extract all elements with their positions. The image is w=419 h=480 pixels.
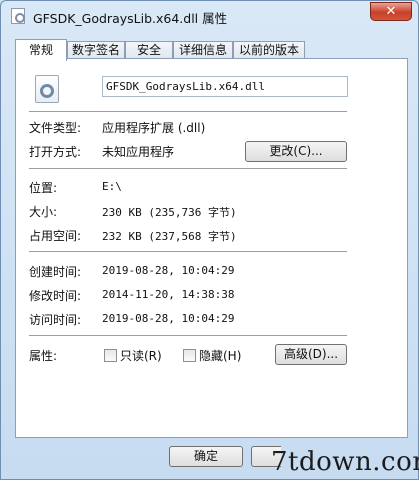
readonly-label[interactable]: 只读(R) (120, 347, 162, 364)
file-name-input[interactable]: GFSDK_GodraysLib.x64.dll (102, 76, 348, 97)
readonly-checkbox[interactable] (104, 349, 117, 362)
title-bar[interactable]: GFSDK_GodraysLib.x64.dll 属性 ✕ (1, 1, 418, 31)
open-with-label: 打开方式: (29, 145, 82, 159)
file-type-value: 应用程序扩展 (.dll) (102, 121, 206, 135)
separator (29, 168, 347, 169)
close-button[interactable]: ✕ (370, 2, 412, 21)
file-gear-icon (35, 75, 59, 103)
size-label: 大小: (29, 205, 58, 219)
location-value: E:\ (102, 180, 122, 193)
ok-button[interactable]: 确定 (169, 446, 243, 467)
created-label: 创建时间: (29, 265, 82, 279)
size-on-disk-value: 232 KB (237,568 字节) (102, 230, 237, 243)
accessed-label: 访问时间: (29, 313, 82, 327)
advanced-button[interactable]: 高级(D)... (275, 344, 347, 365)
site-watermark: 7tdown.com (271, 447, 419, 477)
tab-general[interactable]: 常规 (15, 39, 67, 61)
attributes-label: 属性: (29, 349, 58, 363)
accessed-value: 2019-08-28, 10:04:29 (102, 312, 235, 325)
open-with-value: 未知应用程序 (102, 145, 175, 159)
size-value: 230 KB (235,736 字节) (102, 206, 237, 219)
properties-window: GFSDK_GodraysLib.x64.dll 属性 ✕ 常规 数字签名 安全… (0, 0, 419, 480)
dll-file-icon (11, 8, 25, 24)
change-button[interactable]: 更改(C)... (245, 141, 347, 162)
separator (29, 111, 347, 112)
hidden-label[interactable]: 隐藏(H) (199, 347, 241, 364)
created-value: 2019-08-28, 10:04:29 (102, 264, 235, 277)
file-type-label: 文件类型: (29, 121, 82, 135)
hidden-checkbox[interactable] (183, 349, 196, 362)
size-on-disk-label: 占用空间: (29, 229, 82, 243)
modified-value: 2014-11-20, 14:38:38 (102, 288, 235, 301)
separator (29, 251, 347, 252)
general-panel (15, 58, 408, 438)
separator (29, 335, 347, 336)
location-label: 位置: (29, 181, 58, 195)
modified-label: 修改时间: (29, 289, 82, 303)
window-title: GFSDK_GodraysLib.x64.dll 属性 (33, 11, 228, 26)
